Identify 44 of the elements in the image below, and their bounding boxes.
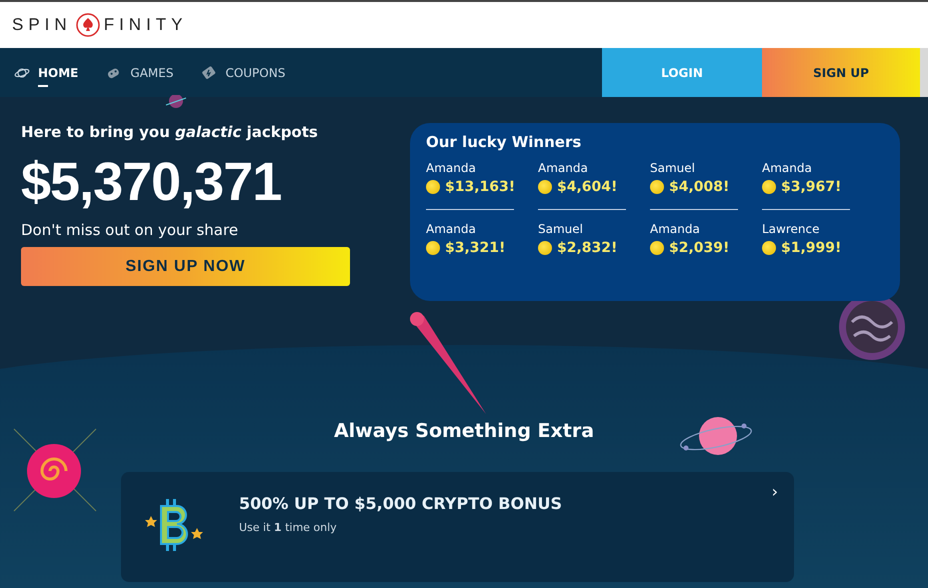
spade-logo-icon — [74, 12, 101, 38]
coin-icon — [538, 241, 552, 255]
sign-up-button[interactable]: SIGN UP — [762, 48, 920, 97]
winner-amount: $1,999! — [781, 240, 842, 256]
coin-icon — [762, 180, 776, 194]
winner-name: Samuel — [650, 161, 696, 175]
coin-icon — [538, 180, 552, 194]
winner-amount: $3,967! — [781, 179, 842, 195]
winner-name: Samuel — [538, 222, 584, 236]
logo-text: FINITY — [104, 15, 188, 35]
winner-name: Amanda — [538, 161, 589, 175]
coin-icon — [762, 241, 776, 255]
winner-name: Amanda — [762, 161, 813, 175]
coin-icon — [650, 241, 664, 255]
winner-name: Amanda — [426, 161, 477, 175]
hero-tagline: Here to bring you galactic jackpots — [21, 123, 319, 141]
chevron-button[interactable]: › — [772, 482, 778, 501]
scrollbar[interactable] — [920, 48, 928, 97]
winner-amount: $13,163! — [445, 179, 516, 195]
bonus-note: Use it 1 time only — [239, 521, 338, 534]
bonus-card[interactable]: 500% UP TO $5,000 CRYPTO BONUS Use it 1 time only › — [121, 472, 794, 582]
nav-tab[interactable]: HOME — [12, 66, 80, 90]
jackpot-amount: $5,370,371 — [21, 151, 282, 214]
winner-amount: $2,039! — [669, 240, 730, 256]
winner-name: Amanda — [650, 222, 701, 236]
planet-icon — [14, 66, 30, 80]
logo-text: SPIN — [12, 15, 72, 35]
nav-tab[interactable]: COUPONS — [199, 66, 288, 90]
nav-tab[interactable]: GAMES — [104, 66, 176, 90]
sign-up-now-button[interactable]: SIGN UP NOW — [21, 247, 350, 286]
coin-icon — [426, 241, 440, 255]
small-planet-drawing — [164, 95, 188, 111]
winners-title: Our lucky Winners — [426, 133, 582, 151]
bonus-title: 500% UP TO $5,000 CRYPTO BONUS — [239, 494, 563, 513]
winner-amount: $3,321! — [445, 240, 506, 256]
winner-name: Amanda — [426, 222, 477, 236]
winner-amount: $4,008! — [669, 179, 730, 195]
winner-amount: $2,832! — [557, 240, 618, 256]
winner-amount: $4,604! — [557, 179, 618, 195]
section-heading: Always Something Extra — [334, 420, 594, 442]
coin-icon — [650, 180, 664, 194]
hero-subtitle: Don't miss out on your share — [21, 221, 240, 239]
winner-name: Lawrence — [762, 222, 820, 236]
coin-icon — [426, 180, 440, 194]
